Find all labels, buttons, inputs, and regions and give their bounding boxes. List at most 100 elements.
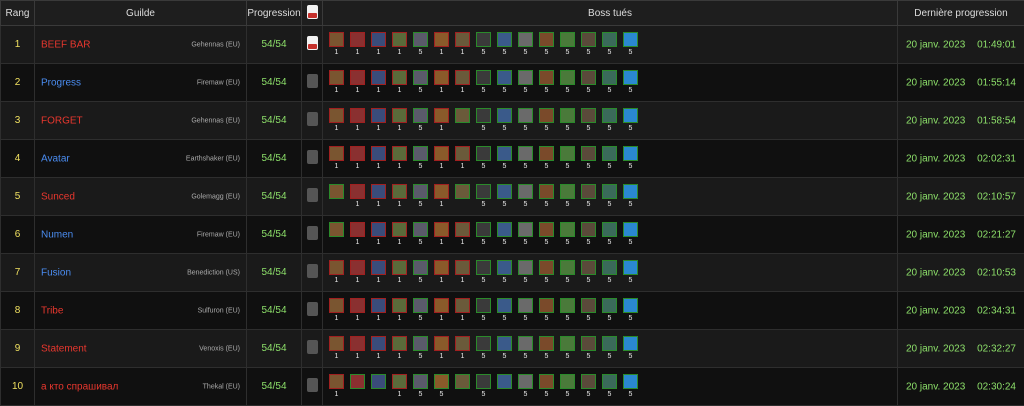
boss-kill[interactable]: 5 (579, 222, 598, 247)
boss-kill[interactable]: 1 (327, 70, 346, 95)
boss-kill[interactable]: 5 (621, 108, 640, 133)
boss-icon[interactable] (371, 70, 386, 85)
boss-icon[interactable] (623, 70, 638, 85)
boss-kill[interactable]: 5 (537, 108, 556, 133)
guild-name-link[interactable]: FORGET (41, 115, 83, 126)
boss-icon[interactable] (518, 70, 533, 85)
boss-kill[interactable]: 1 (327, 298, 346, 323)
boss-icon[interactable] (476, 260, 491, 275)
boss-icon[interactable] (392, 222, 407, 237)
boss-kill[interactable]: 5 (516, 298, 535, 323)
boss-icon[interactable] (350, 260, 365, 275)
boss-kill[interactable]: 5 (474, 108, 493, 133)
boss-kill[interactable]: 1 (390, 70, 409, 95)
video-icon[interactable] (307, 378, 318, 392)
boss-kill[interactable]: 1 (453, 336, 472, 361)
boss-icon[interactable] (329, 336, 344, 351)
boss-icon[interactable] (413, 146, 428, 161)
boss-kill[interactable]: 5 (621, 374, 640, 399)
boss-kill[interactable] (327, 222, 346, 247)
boss-kill[interactable]: 5 (537, 222, 556, 247)
boss-icon[interactable] (539, 374, 554, 389)
boss-icon[interactable] (350, 146, 365, 161)
boss-kill[interactable]: 1 (348, 184, 367, 209)
boss-icon[interactable] (581, 32, 596, 47)
boss-icon[interactable] (539, 184, 554, 199)
boss-kill[interactable]: 5 (495, 32, 514, 57)
boss-icon[interactable] (392, 184, 407, 199)
boss-icon[interactable] (413, 32, 428, 47)
boss-icon[interactable] (371, 336, 386, 351)
boss-kill[interactable]: 5 (579, 70, 598, 95)
boss-kill[interactable]: 1 (369, 70, 388, 95)
boss-icon[interactable] (602, 260, 617, 275)
boss-kill[interactable]: 5 (579, 184, 598, 209)
boss-kill[interactable]: 1 (369, 260, 388, 285)
boss-icon[interactable] (623, 222, 638, 237)
boss-icon[interactable] (434, 298, 449, 313)
boss-icon[interactable] (329, 146, 344, 161)
boss-kill[interactable]: 5 (537, 374, 556, 399)
boss-icon[interactable] (371, 374, 386, 389)
boss-kill[interactable]: 5 (411, 336, 430, 361)
boss-kill[interactable]: 5 (495, 298, 514, 323)
boss-kill[interactable]: 5 (537, 298, 556, 323)
boss-kill[interactable]: 5 (411, 260, 430, 285)
boss-icon[interactable] (602, 374, 617, 389)
boss-icon[interactable] (434, 70, 449, 85)
boss-icon[interactable] (455, 70, 470, 85)
boss-icon[interactable] (455, 260, 470, 275)
boss-icon[interactable] (476, 336, 491, 351)
boss-kill[interactable] (369, 374, 388, 399)
boss-kill[interactable]: 5 (411, 146, 430, 171)
boss-icon[interactable] (602, 184, 617, 199)
boss-icon[interactable] (413, 70, 428, 85)
video-icon[interactable] (307, 340, 318, 354)
boss-kill[interactable]: 5 (537, 260, 556, 285)
boss-kill[interactable]: 1 (453, 146, 472, 171)
boss-kill[interactable]: 5 (495, 146, 514, 171)
boss-kill[interactable]: 5 (495, 260, 514, 285)
boss-kill[interactable]: 5 (474, 184, 493, 209)
boss-icon[interactable] (434, 32, 449, 47)
boss-icon[interactable] (434, 108, 449, 123)
boss-icon[interactable] (329, 32, 344, 47)
video-icon[interactable] (307, 302, 318, 316)
boss-icon[interactable] (476, 70, 491, 85)
boss-kill[interactable]: 5 (495, 184, 514, 209)
video-icon[interactable] (307, 74, 318, 88)
boss-kill[interactable]: 5 (558, 146, 577, 171)
boss-kill[interactable]: 5 (621, 222, 640, 247)
boss-icon[interactable] (350, 222, 365, 237)
video-icon[interactable] (307, 112, 318, 126)
boss-kill[interactable]: 5 (474, 374, 493, 399)
boss-icon[interactable] (455, 146, 470, 161)
guild-name-link[interactable]: Sunced (41, 191, 75, 202)
boss-icon[interactable] (602, 108, 617, 123)
boss-icon[interactable] (455, 374, 470, 389)
boss-icon[interactable] (329, 298, 344, 313)
boss-kill[interactable]: 1 (432, 184, 451, 209)
video-icon[interactable] (307, 36, 318, 50)
boss-icon[interactable] (371, 222, 386, 237)
boss-icon[interactable] (497, 260, 512, 275)
boss-kill[interactable] (327, 184, 346, 209)
boss-kill[interactable]: 1 (369, 222, 388, 247)
boss-icon[interactable] (371, 184, 386, 199)
boss-icon[interactable] (581, 222, 596, 237)
boss-kill[interactable]: 5 (621, 32, 640, 57)
boss-icon[interactable] (518, 108, 533, 123)
boss-kill[interactable]: 5 (516, 260, 535, 285)
boss-kill[interactable]: 1 (369, 298, 388, 323)
boss-icon[interactable] (476, 222, 491, 237)
boss-kill[interactable]: 5 (600, 146, 619, 171)
boss-kill[interactable]: 5 (411, 70, 430, 95)
boss-icon[interactable] (518, 260, 533, 275)
boss-icon[interactable] (518, 336, 533, 351)
boss-kill[interactable]: 1 (369, 32, 388, 57)
boss-kill[interactable]: 5 (495, 108, 514, 133)
boss-kill[interactable]: 5 (579, 260, 598, 285)
boss-icon[interactable] (434, 184, 449, 199)
video-icon[interactable] (307, 188, 318, 202)
boss-kill[interactable]: 1 (432, 298, 451, 323)
